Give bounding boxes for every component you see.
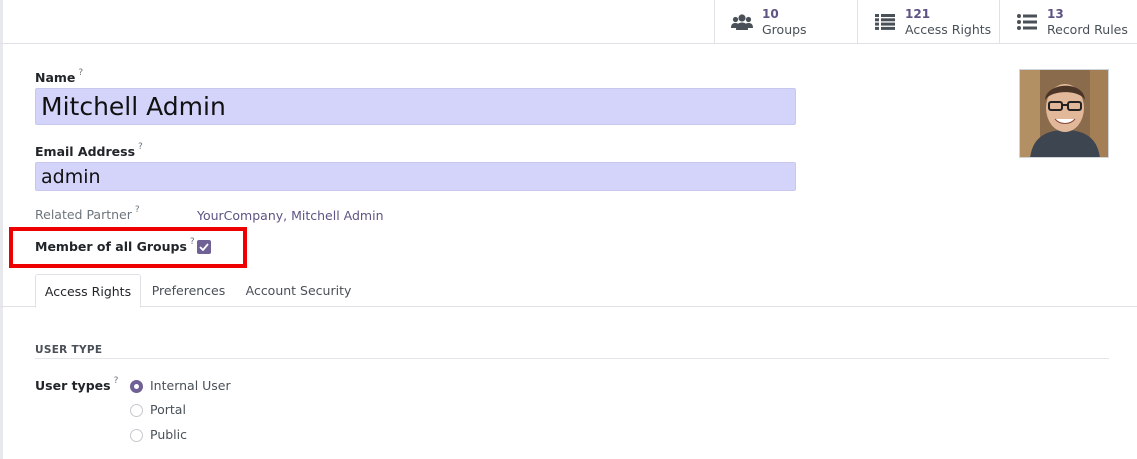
help-tooltip-icon[interactable]: ? (78, 68, 83, 78)
radio-portal[interactable] (130, 404, 143, 417)
radio-internal-user[interactable] (130, 380, 143, 393)
user-type-section-title: USER TYPE (35, 344, 103, 356)
radio-label-public[interactable]: Public (150, 427, 187, 442)
related-partner-label: Related Partner? (35, 205, 140, 223)
help-tooltip-icon[interactable]: ? (135, 205, 140, 215)
name-input[interactable]: Mitchell Admin (35, 88, 796, 125)
section-divider (35, 358, 1109, 359)
record-rules-smart-button[interactable]: 13 Record Rules (999, 0, 1137, 43)
radio-label-portal[interactable]: Portal (150, 402, 186, 417)
member-all-groups-label: Member of all Groups? (35, 237, 195, 255)
list-icon (874, 12, 896, 32)
smart-button-bar: 10 Groups 121 Access Rights 13 Record Ru… (0, 0, 1137, 44)
checkmark-icon (199, 243, 209, 251)
email-input[interactable]: admin (35, 162, 796, 191)
name-label: Name? (35, 68, 84, 86)
groups-smart-button[interactable]: 10 Groups (714, 0, 858, 43)
tab-account-security[interactable]: Account Security (236, 274, 361, 307)
form-left-edge (0, 0, 3, 459)
related-partner-link[interactable]: YourCompany, Mitchell Admin (197, 208, 384, 223)
groups-count: 10 (762, 6, 779, 21)
access-rights-label: Access Rights (905, 21, 992, 37)
email-label: Email Address? (35, 142, 143, 160)
groups-label: Groups (762, 21, 807, 37)
access-rights-count: 121 (905, 6, 931, 21)
user-types-label: User types? (35, 376, 119, 394)
user-avatar[interactable] (1019, 69, 1109, 158)
tab-access-rights[interactable]: Access Rights (35, 274, 141, 308)
member-all-groups-checkbox[interactable] (197, 240, 211, 254)
tab-preferences[interactable]: Preferences (141, 274, 236, 307)
help-tooltip-icon[interactable]: ? (138, 142, 143, 152)
help-tooltip-icon[interactable]: ? (114, 376, 119, 386)
notebook-tabs: Access Rights Preferences Account Securi… (0, 274, 1137, 308)
help-tooltip-icon[interactable]: ? (190, 237, 195, 247)
record-rules-label: Record Rules (1047, 21, 1128, 37)
radio-public[interactable] (130, 429, 143, 442)
radio-label-internal-user[interactable]: Internal User (150, 378, 231, 393)
list-ul-icon (1016, 12, 1038, 32)
record-rules-count: 13 (1047, 6, 1064, 21)
users-icon (731, 12, 753, 32)
access-rights-smart-button[interactable]: 121 Access Rights (857, 0, 999, 43)
